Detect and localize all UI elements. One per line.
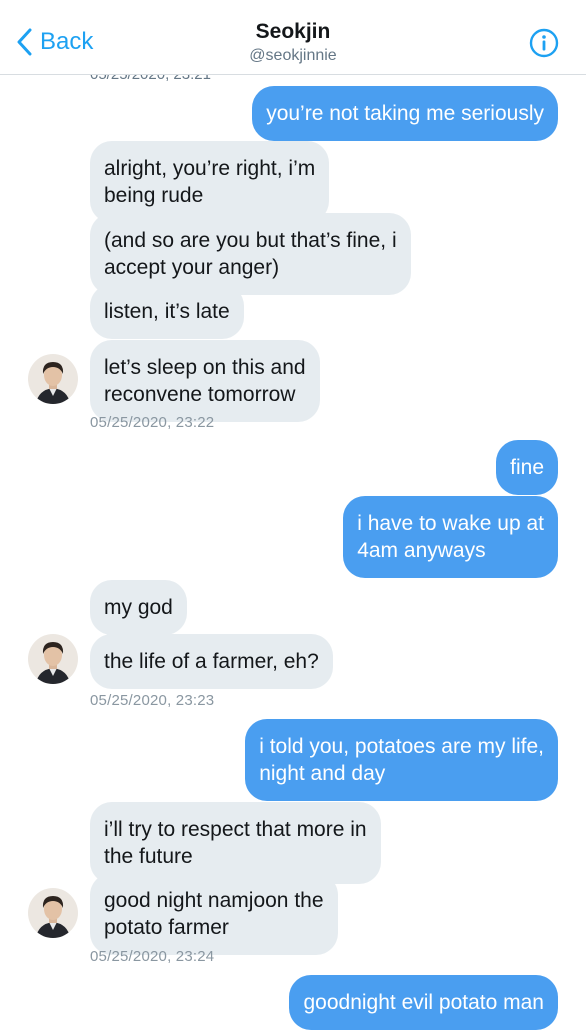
message-outgoing[interactable]: i have to wake up at 4am anyways — [343, 496, 558, 578]
conversation-handle: @seokjinnie — [249, 47, 337, 64]
conversation-header: Back Seokjin @seokjinnie — [0, 0, 586, 75]
message-timestamp: 05/25/2020, 23:23 — [90, 692, 215, 709]
message-incoming[interactable]: i’ll try to respect that more in the fut… — [90, 802, 381, 884]
avatar[interactable] — [28, 354, 78, 404]
avatar[interactable] — [28, 634, 78, 684]
message-outgoing[interactable]: you’re not taking me seriously — [252, 86, 558, 141]
message-incoming[interactable]: good night namjoon the potato farmer — [90, 873, 338, 955]
avatar[interactable] — [28, 888, 78, 938]
conversation-title: Seokjin — [255, 20, 331, 43]
message-incoming[interactable]: alright, you’re right, i’m being rude — [90, 141, 330, 223]
info-icon[interactable] — [529, 28, 559, 58]
message-timestamp: 05/25/2020, 23:22 — [90, 414, 215, 431]
message-incoming[interactable]: let’s sleep on this and reconvene tomorr… — [90, 340, 320, 422]
message-incoming[interactable]: (and so are you but that’s fine, i accep… — [90, 213, 411, 295]
message-outgoing[interactable]: i told you, potatoes are my life, night … — [245, 719, 558, 801]
message-incoming[interactable]: my god — [90, 580, 187, 635]
message-outgoing[interactable]: goodnight evil potato man — [289, 975, 558, 1030]
message-outgoing[interactable]: fine — [496, 440, 558, 495]
message-incoming[interactable]: listen, it’s late — [90, 284, 244, 339]
message-timestamp: 05/25/2020, 23:24 — [90, 948, 215, 965]
message-incoming[interactable]: the life of a farmer, eh? — [90, 634, 333, 689]
